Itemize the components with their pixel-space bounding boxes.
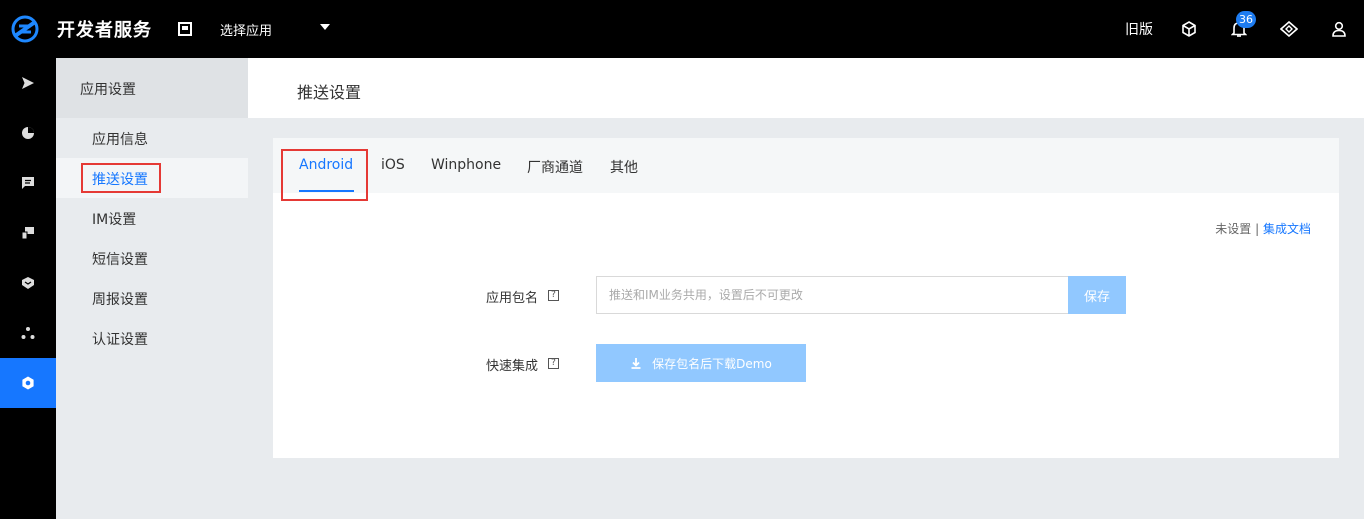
- sidebar-title: 应用设置: [80, 82, 136, 98]
- message-icon[interactable]: [0, 158, 56, 208]
- sidebar-item-label: 短信设置: [92, 252, 148, 268]
- diamond-icon[interactable]: [1278, 18, 1300, 40]
- download-icon: [631, 358, 641, 369]
- download-demo-label: 保存包名后下载Demo: [652, 356, 772, 371]
- integration-doc-link[interactable]: 集成文档: [1263, 222, 1311, 236]
- devices-icon[interactable]: [0, 208, 56, 258]
- sidebar-item-label: IM设置: [92, 212, 137, 228]
- user-icon[interactable]: [1328, 18, 1350, 40]
- old-version-link[interactable]: 旧版: [1125, 19, 1153, 39]
- status-separator: |: [1255, 222, 1260, 236]
- notification-badge: 36: [1236, 11, 1256, 28]
- help-icon[interactable]: ?: [548, 290, 559, 301]
- package-name-label: 应用包名: [486, 291, 539, 306]
- status-text: 未设置: [1215, 222, 1252, 236]
- nodes-icon[interactable]: [0, 308, 56, 358]
- chevron-down-icon[interactable]: [320, 24, 330, 30]
- tab-ios[interactable]: iOS: [381, 157, 405, 173]
- save-button[interactable]: 保存: [1068, 276, 1126, 314]
- sidebar-item-label: 认证设置: [92, 332, 148, 348]
- sidebar-header: 应用设置: [56, 58, 248, 118]
- status-line: 未设置 | 集成文档: [1215, 220, 1311, 237]
- highlight-box: [81, 163, 161, 193]
- settings-sidebar: 应用设置 应用信息 推送设置 IM设置 短信设置 周报设置 认证设置: [56, 58, 248, 519]
- brand-title: 开发者服务: [57, 20, 152, 41]
- app-select[interactable]: 选择应用: [220, 20, 272, 39]
- app-icon: [178, 22, 192, 36]
- download-demo-button[interactable]: 保存包名后下载Demo: [596, 344, 806, 382]
- tab-other[interactable]: 其他: [610, 157, 638, 177]
- settings-icon[interactable]: [0, 358, 56, 408]
- tab-vendor-channel[interactable]: 厂商通道: [527, 157, 583, 177]
- shield-icon[interactable]: [0, 258, 56, 308]
- send-icon[interactable]: [0, 58, 56, 108]
- page-title: 推送设置: [297, 83, 362, 102]
- help-icon[interactable]: ?: [548, 358, 559, 369]
- logo-icon[interactable]: [10, 14, 40, 44]
- pie-chart-icon[interactable]: [0, 108, 56, 158]
- sidebar-item-label: 周报设置: [92, 292, 148, 308]
- settings-card: Android iOS Winphone 厂商通道 其他 未设置 | 集成文档 …: [273, 138, 1339, 458]
- sidebar-item-im-settings[interactable]: IM设置: [56, 198, 248, 238]
- sidebar-item-auth-settings[interactable]: 认证设置: [56, 318, 248, 358]
- sidebar-item-weekly-report[interactable]: 周报设置: [56, 278, 248, 318]
- sidebar-item-label: 应用信息: [92, 132, 148, 148]
- sidebar-item-app-info[interactable]: 应用信息: [56, 118, 248, 158]
- cube-icon[interactable]: [1178, 18, 1200, 40]
- sidebar-item-sms-settings[interactable]: 短信设置: [56, 238, 248, 278]
- package-name-input[interactable]: [596, 276, 1069, 314]
- quick-integration-label: 快速集成: [486, 359, 539, 374]
- icon-rail: [0, 58, 56, 519]
- top-bar: 开发者服务 选择应用 旧版 36: [0, 0, 1364, 58]
- highlight-box: [281, 149, 368, 201]
- tab-winphone[interactable]: Winphone: [431, 157, 501, 173]
- page-header: 推送设置: [248, 58, 1364, 118]
- platform-tabs: Android iOS Winphone 厂商通道 其他: [273, 138, 1339, 193]
